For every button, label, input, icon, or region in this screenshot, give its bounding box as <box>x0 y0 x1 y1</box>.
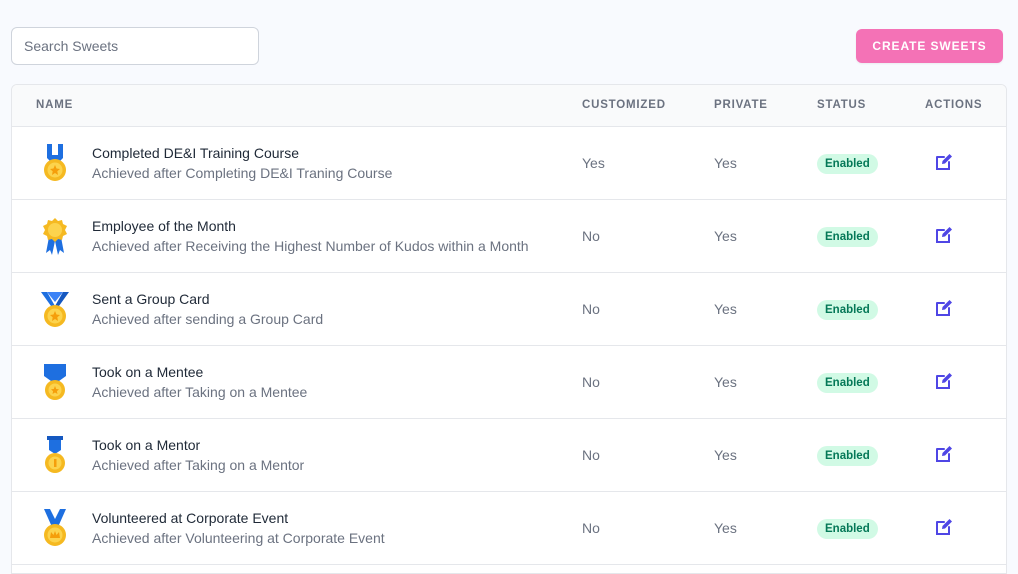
private-value: Yes <box>714 228 737 244</box>
edit-button[interactable] <box>933 225 955 247</box>
edit-button[interactable] <box>933 517 955 539</box>
table-row: Employee of the Month Achieved after Rec… <box>12 200 1006 273</box>
edit-icon <box>936 227 952 243</box>
sweets-table: NAME CUSTOMIZED PRIVATE STATUS ACTIONS C… <box>11 84 1007 574</box>
create-sweets-button[interactable]: CREATE SWEETS <box>856 29 1003 63</box>
column-header-name: NAME <box>36 99 74 111</box>
edit-button[interactable] <box>933 152 955 174</box>
sweet-description: Achieved after sending a Group Card <box>92 311 324 327</box>
medal-icon <box>44 364 66 400</box>
table-row: Volunteered at Corporate Event Achieved … <box>12 492 1006 565</box>
sweet-title: Sent a Group Card <box>92 291 210 307</box>
search-input[interactable] <box>11 27 259 65</box>
medal-icon <box>44 144 66 181</box>
customized-value: No <box>582 447 600 463</box>
edit-icon <box>936 519 952 535</box>
toolbar: CREATE SWEETS <box>0 0 1018 84</box>
table-row: Took on a Mentor Achieved after Taking o… <box>12 419 1006 492</box>
sweet-description: Achieved after Receiving the Highest Num… <box>92 238 529 254</box>
column-header-customized: CUSTOMIZED <box>582 99 666 111</box>
customized-value: No <box>582 520 600 536</box>
edit-button[interactable] <box>933 371 955 393</box>
status-badge: Enabled <box>817 519 878 539</box>
status-badge: Enabled <box>817 373 878 393</box>
status-badge: Enabled <box>817 154 878 174</box>
edit-icon <box>936 446 952 462</box>
sweet-title: Took on a Mentee <box>92 364 204 380</box>
medal-icon <box>44 509 66 546</box>
edit-icon <box>936 300 952 316</box>
sweet-description: Achieved after Volunteering at Corporate… <box>92 530 385 546</box>
customized-value: Yes <box>582 155 605 171</box>
table-row: Took on a Mentee Achieved after Taking o… <box>12 346 1006 419</box>
status-badge: Enabled <box>817 300 878 320</box>
status-badge: Enabled <box>817 446 878 466</box>
customized-value: No <box>582 301 600 317</box>
column-header-private: PRIVATE <box>714 99 768 111</box>
private-value: Yes <box>714 155 737 171</box>
column-header-actions: ACTIONS <box>925 99 983 111</box>
table-row: Sent a Group Card Achieved after sending… <box>12 273 1006 346</box>
edit-icon <box>936 373 952 389</box>
sweet-title: Took on a Mentor <box>92 437 201 453</box>
private-value: Yes <box>714 301 737 317</box>
table-header: NAME CUSTOMIZED PRIVATE STATUS ACTIONS <box>12 85 1006 127</box>
sweet-description: Achieved after Taking on a Mentor <box>92 457 305 473</box>
table-row: Completed DE&I Training Course Achieved … <box>12 127 1006 200</box>
sweet-title: Completed DE&I Training Course <box>92 145 299 161</box>
medal-icon <box>45 436 65 473</box>
customized-value: No <box>582 374 600 390</box>
sweet-title: Employee of the Month <box>92 218 236 234</box>
sweet-description: Achieved after Taking on a Mentee <box>92 384 308 400</box>
edit-icon <box>936 154 952 170</box>
private-value: Yes <box>714 374 737 390</box>
medal-icon <box>41 292 69 327</box>
sweet-title: Volunteered at Corporate Event <box>92 510 289 526</box>
medal-icon <box>43 218 67 255</box>
private-value: Yes <box>714 447 737 463</box>
status-badge: Enabled <box>817 227 878 247</box>
sweet-description: Achieved after Completing DE&I Traning C… <box>92 165 393 181</box>
customized-value: No <box>582 228 600 244</box>
edit-button[interactable] <box>933 444 955 466</box>
edit-button[interactable] <box>933 298 955 320</box>
private-value: Yes <box>714 520 737 536</box>
column-header-status: STATUS <box>817 99 867 111</box>
